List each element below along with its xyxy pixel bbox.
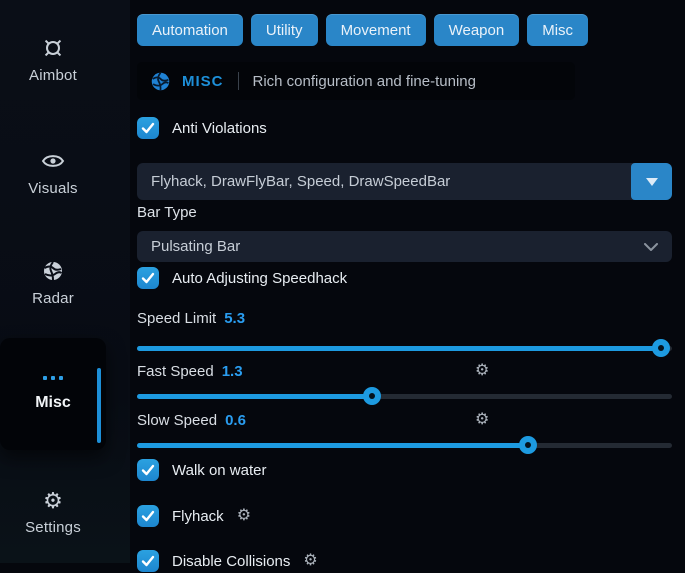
gear-icon[interactable]: ⚙ xyxy=(303,553,317,569)
auto-adjusting-row[interactable]: Auto Adjusting Speedhack xyxy=(137,266,347,290)
dropdown-button[interactable] xyxy=(631,163,672,200)
select-value: Pulsating Bar xyxy=(151,238,240,255)
bar-type-select[interactable]: Pulsating Bar xyxy=(137,231,672,262)
slider-value: 0.6 xyxy=(225,412,246,429)
section-header: MISC Rich configuration and fine-tuning xyxy=(137,62,575,100)
eye-icon xyxy=(41,149,65,173)
tab-bar: Automation Utility Movement Weapon Misc xyxy=(137,14,588,46)
fast-speed-slider[interactable] xyxy=(137,387,672,405)
tab-misc[interactable]: Misc xyxy=(527,14,588,46)
anti-violations-row[interactable]: Anti Violations xyxy=(137,116,267,140)
gear-icon[interactable]: ⚙ xyxy=(237,508,251,524)
checkbox-checked[interactable] xyxy=(137,459,159,481)
tab-utility[interactable]: Utility xyxy=(251,14,318,46)
active-indicator xyxy=(97,368,101,443)
sidebar-item-label: Aimbot xyxy=(29,67,77,84)
header-divider xyxy=(238,72,239,90)
tab-automation[interactable]: Automation xyxy=(137,14,243,46)
sidebar-item-visuals[interactable]: Visuals xyxy=(0,149,106,197)
globe-icon xyxy=(41,259,65,283)
slow-speed-label-row: Slow Speed 0.6 ⚙ xyxy=(137,410,672,430)
sidebar: Aimbot Visuals Radar Misc xyxy=(0,0,130,563)
slider-label: Slow Speed xyxy=(137,412,217,429)
slider-fill xyxy=(137,394,372,399)
checkbox-label: Flyhack xyxy=(172,508,224,525)
slider-thumb[interactable] xyxy=(652,339,670,357)
checkbox-checked[interactable] xyxy=(137,117,159,139)
slow-speed-slider[interactable] xyxy=(137,436,672,454)
app-window: Aimbot Visuals Radar Misc xyxy=(0,0,685,563)
sidebar-item-settings[interactable]: ⚙ Settings xyxy=(0,490,106,536)
chevron-down-icon xyxy=(644,243,658,251)
caret-down-icon xyxy=(646,178,658,186)
slider-fill xyxy=(137,346,661,351)
globe-icon xyxy=(150,71,171,92)
slider-label: Speed Limit xyxy=(137,310,216,327)
slider-value: 1.3 xyxy=(222,363,243,380)
ellipsis-icon xyxy=(43,376,63,380)
slider-value: 5.3 xyxy=(224,310,245,327)
gear-icon[interactable]: ⚙ xyxy=(475,363,489,379)
bar-type-label: Bar Type xyxy=(137,204,197,221)
flyhack-row[interactable]: Flyhack ⚙ xyxy=(137,504,251,528)
section-subtitle: Rich configuration and fine-tuning xyxy=(253,73,476,90)
checkbox-label: Anti Violations xyxy=(172,120,267,137)
gear-icon: ⚙ xyxy=(43,490,63,512)
slider-label: Fast Speed xyxy=(137,363,214,380)
slider-thumb[interactable] xyxy=(519,436,537,454)
speed-limit-label-row: Speed Limit 5.3 xyxy=(137,308,672,328)
slider-fill xyxy=(137,443,528,448)
sidebar-item-aimbot[interactable]: Aimbot xyxy=(0,36,106,84)
sidebar-item-label: Visuals xyxy=(28,180,77,197)
checkbox-label: Disable Collisions xyxy=(172,553,290,570)
sidebar-item-radar[interactable]: Radar xyxy=(0,259,106,307)
sidebar-item-label: Misc xyxy=(35,394,71,412)
speed-limit-slider[interactable] xyxy=(137,339,672,357)
slider-thumb[interactable] xyxy=(363,387,381,405)
checkbox-checked[interactable] xyxy=(137,505,159,527)
fast-speed-label-row: Fast Speed 1.3 ⚙ xyxy=(137,361,672,381)
sidebar-item-misc[interactable]: Misc xyxy=(0,338,106,450)
checkbox-checked[interactable] xyxy=(137,550,159,572)
sidebar-item-label: Settings xyxy=(25,519,81,536)
bar-multiselect[interactable]: Flyhack, DrawFlyBar, Speed, DrawSpeedBar xyxy=(137,163,672,200)
walk-on-water-row[interactable]: Walk on water xyxy=(137,458,266,482)
section-title: MISC xyxy=(182,73,224,90)
checkbox-label: Walk on water xyxy=(172,462,266,479)
checkbox-checked[interactable] xyxy=(137,267,159,289)
tab-weapon[interactable]: Weapon xyxy=(434,14,520,46)
disable-collisions-row[interactable]: Disable Collisions ⚙ xyxy=(137,549,318,573)
checkbox-label: Auto Adjusting Speedhack xyxy=(172,270,347,287)
multiselect-value: Flyhack, DrawFlyBar, Speed, DrawSpeedBar xyxy=(137,173,631,190)
gear-icon[interactable]: ⚙ xyxy=(475,412,489,428)
sidebar-item-label: Radar xyxy=(32,290,74,307)
crosshair-icon xyxy=(41,36,65,60)
tab-movement[interactable]: Movement xyxy=(326,14,426,46)
